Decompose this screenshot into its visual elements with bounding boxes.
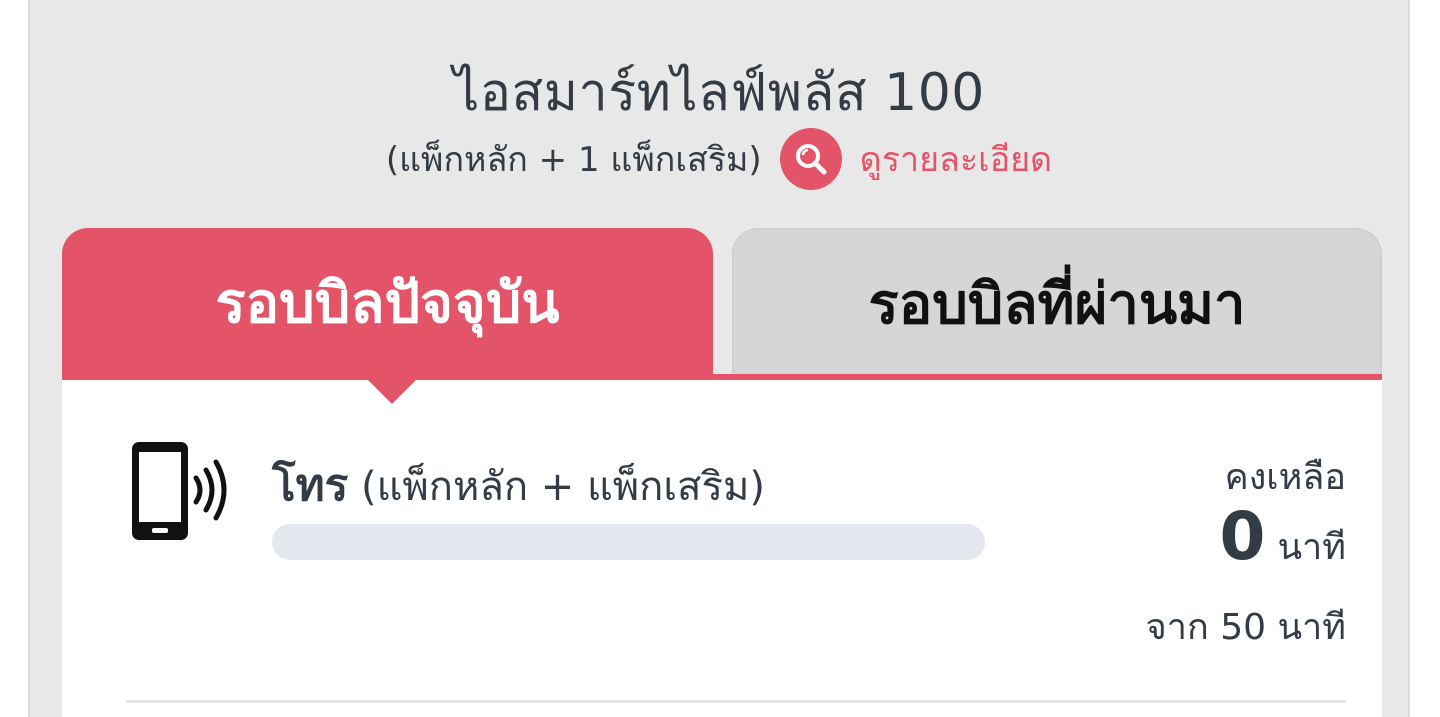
plan-name: ไอสมาร์ทไลฟ์พลัส 100: [453, 63, 985, 123]
usage-card: โทร (แพ็กหลัก + แพ็กเสริม) คงเหลือ 0 นาท…: [62, 380, 1382, 717]
divider: [126, 700, 1346, 703]
usage-type: โทร: [272, 460, 349, 511]
view-details-link[interactable]: ดูรายละเอียด: [860, 132, 1053, 186]
plan-subtitle: (แพ็กหลัก + 1 แพ็กเสริม): [385, 140, 762, 180]
app-frame: ไอสมาร์ทไลฟ์พลัส 100 (แพ็กหลัก + 1 แพ็กเ…: [28, 0, 1410, 717]
usage-title: โทร (แพ็กหลัก + แพ็กเสริม): [272, 450, 765, 520]
remaining-value: 0: [1219, 498, 1266, 575]
tab-label: รอบบิลที่ผ่านมา: [868, 271, 1246, 337]
remaining-total: จาก 50 นาที: [1145, 607, 1346, 648]
usage-progress-bar: [272, 524, 985, 560]
remaining-label: คงเหลือ: [1224, 457, 1346, 498]
tab-past-billing-cycle[interactable]: รอบบิลที่ผ่านมา: [732, 228, 1382, 376]
phone-signal-icon: [130, 440, 234, 548]
plan-subtitle-row: (แพ็กหลัก + 1 แพ็กเสริม) ดูรายละเอียด: [30, 128, 1408, 190]
tab-current-billing-cycle[interactable]: รอบบิลปัจจุบัน: [62, 228, 713, 376]
magnifier-icon[interactable]: [779, 128, 842, 190]
remaining-unit: นาที: [1277, 527, 1346, 568]
tab-label: รอบบิลปัจจุบัน: [215, 270, 560, 336]
usage-type-detail: (แพ็กหลัก + แพ็กเสริม): [361, 464, 765, 510]
active-tab-pointer: [366, 378, 418, 404]
remaining-amount: 0 นาที: [1220, 498, 1347, 575]
